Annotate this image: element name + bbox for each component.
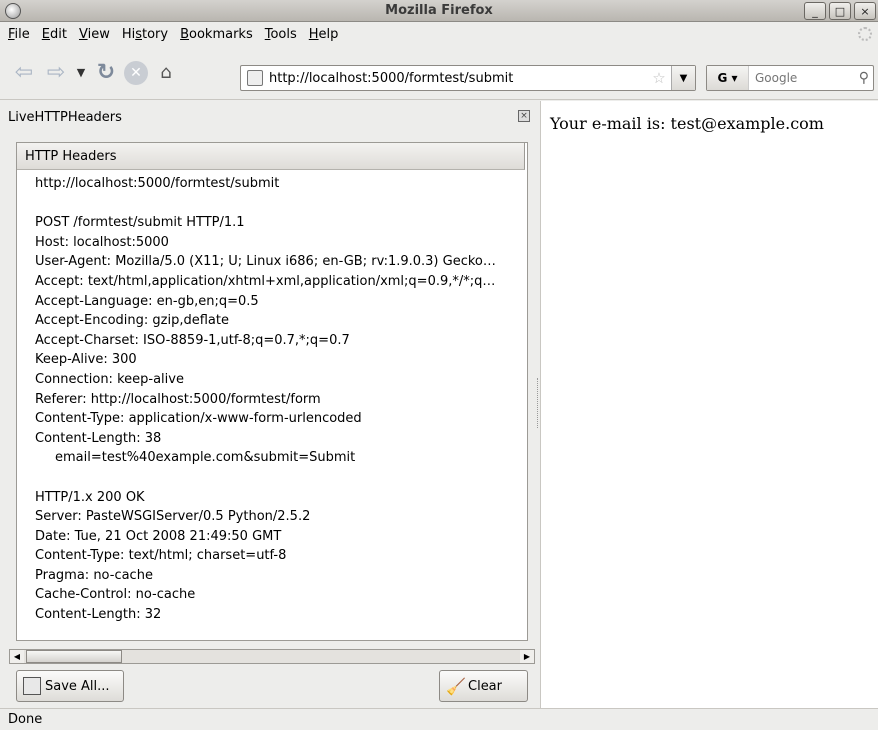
url-dropdown-button[interactable]: ▼	[671, 66, 695, 90]
close-window-button[interactable]: ×	[854, 2, 876, 20]
header-line: Content-Type: text/html; charset=utf-8	[35, 548, 287, 564]
scroll-left-icon[interactable]: ◀	[10, 650, 24, 663]
header-line	[35, 194, 527, 214]
sidebar-header: LiveHTTPHeaders ×	[0, 101, 538, 133]
url-bar[interactable]: http://localhost:5000/formtest/submit ☆ …	[240, 65, 696, 91]
http-headers-list[interactable]: HTTP Headers http://localhost:5000/formt…	[16, 142, 528, 641]
header-line: Content-Type: application/x-www-form-url…	[35, 411, 362, 427]
sidebar-splitter[interactable]	[537, 378, 539, 428]
clear-button[interactable]: 🧹 Clear	[439, 670, 528, 702]
scroll-right-icon[interactable]: ▶	[520, 650, 534, 663]
menu-bookmarks[interactable]: Bookmarks	[174, 27, 259, 42]
back-button[interactable]: ⇦	[10, 59, 38, 87]
header-line: User-Agent: Mozilla/5.0 (X11; U; Linux i…	[35, 254, 496, 270]
header-line: http://localhost:5000/formtest/submit	[35, 176, 280, 191]
header-line: Content-Length: 32	[35, 607, 162, 623]
header-line: Pragma: no-cache	[35, 567, 153, 583]
header-line: Date: Tue, 21 Oct 2008 21:49:50 GMT	[35, 528, 282, 544]
menu-file[interactable]: File	[2, 27, 36, 42]
menu-view[interactable]: View	[73, 27, 116, 42]
forward-button[interactable]: ⇨	[42, 59, 70, 87]
headers-lines: http://localhost:5000/formtest/submit POS…	[17, 170, 527, 625]
header-line: HTTP/1.x 200 OK	[35, 489, 145, 505]
header-line: POST /formtest/submit HTTP/1.1	[35, 215, 245, 231]
status-text: Done	[8, 712, 43, 727]
header-line: Content-Length: 38	[35, 430, 162, 446]
history-dropdown-button[interactable]: ▼	[74, 59, 88, 87]
horizontal-scrollbar[interactable]: ◀ ▶	[9, 649, 535, 664]
maximize-button[interactable]: □	[829, 2, 851, 20]
throbber-icon	[858, 27, 872, 41]
clear-label: Clear	[468, 678, 502, 694]
header-line: Accept-Language: en-gb,en;q=0.5	[35, 293, 259, 309]
headers-column-header[interactable]: HTTP Headers	[17, 143, 525, 170]
search-engine-button[interactable]: G ▾	[707, 66, 749, 90]
bookmark-star-icon[interactable]: ☆	[647, 69, 671, 87]
window-title: Mozilla Firefox	[385, 3, 493, 18]
google-icon: G	[717, 71, 728, 85]
menu-help[interactable]: Help	[303, 27, 345, 42]
sidebar: LiveHTTPHeaders × HTTP Headers http://lo…	[0, 101, 538, 708]
header-line: Host: localhost:5000	[35, 234, 169, 250]
status-bar: Done	[0, 708, 878, 730]
save-all-label: Save All...	[45, 678, 110, 694]
title-bar: Mozilla Firefox _ □ ×	[0, 0, 878, 22]
page-content: Your e-mail is: test@example.com	[540, 101, 878, 708]
stop-button[interactable]: ✕	[124, 60, 148, 85]
site-identity-icon[interactable]	[247, 70, 263, 86]
header-line: Accept-Charset: ISO-8859-1,utf-8;q=0.7,*…	[35, 332, 350, 348]
menu-bar: File Edit View History Bookmarks Tools H…	[0, 23, 878, 45]
search-bar[interactable]: G ▾ ⚲	[706, 65, 874, 91]
scrollbar-thumb[interactable]	[26, 650, 122, 663]
sidebar-close-icon[interactable]: ×	[518, 110, 530, 122]
navigation-toolbar: ⇦ ⇨ ▼ ↻ ✕ ⌂ http://localhost:5000/formte…	[0, 46, 878, 100]
header-line: Connection: keep-alive	[35, 371, 184, 387]
header-line: Referer: http://localhost:5000/formtest/…	[35, 391, 321, 407]
menu-edit[interactable]: Edit	[36, 27, 73, 42]
broom-icon: 🧹	[446, 677, 466, 696]
search-icon[interactable]: ⚲	[859, 70, 869, 86]
reload-button[interactable]: ↻	[92, 59, 120, 87]
email-result-text: Your e-mail is: test@example.com	[550, 114, 824, 133]
url-text[interactable]: http://localhost:5000/formtest/submit	[269, 71, 647, 86]
header-line	[35, 468, 527, 488]
search-input[interactable]	[749, 71, 849, 85]
menu-tools[interactable]: Tools	[259, 27, 303, 42]
header-line: email=test%40example.com&submit=Submit	[55, 450, 356, 466]
sidebar-title: LiveHTTPHeaders	[8, 109, 122, 125]
save-all-button[interactable]: Save All...	[16, 670, 124, 702]
home-button[interactable]: ⌂	[152, 59, 180, 87]
header-line: Server: PasteWSGIServer/0.5 Python/2.5.2	[35, 509, 311, 525]
floppy-disk-icon	[23, 677, 41, 695]
header-line: Accept-Encoding: gzip,deflate	[35, 313, 229, 329]
menu-history[interactable]: History	[116, 27, 174, 42]
window-menu-icon[interactable]	[5, 3, 21, 19]
header-line: Cache-Control: no-cache	[35, 587, 196, 603]
header-line: Accept: text/html,application/xhtml+xml,…	[35, 273, 496, 289]
window-controls: _ □ ×	[804, 2, 876, 20]
header-line: Keep-Alive: 300	[35, 352, 137, 368]
minimize-button[interactable]: _	[804, 2, 826, 20]
